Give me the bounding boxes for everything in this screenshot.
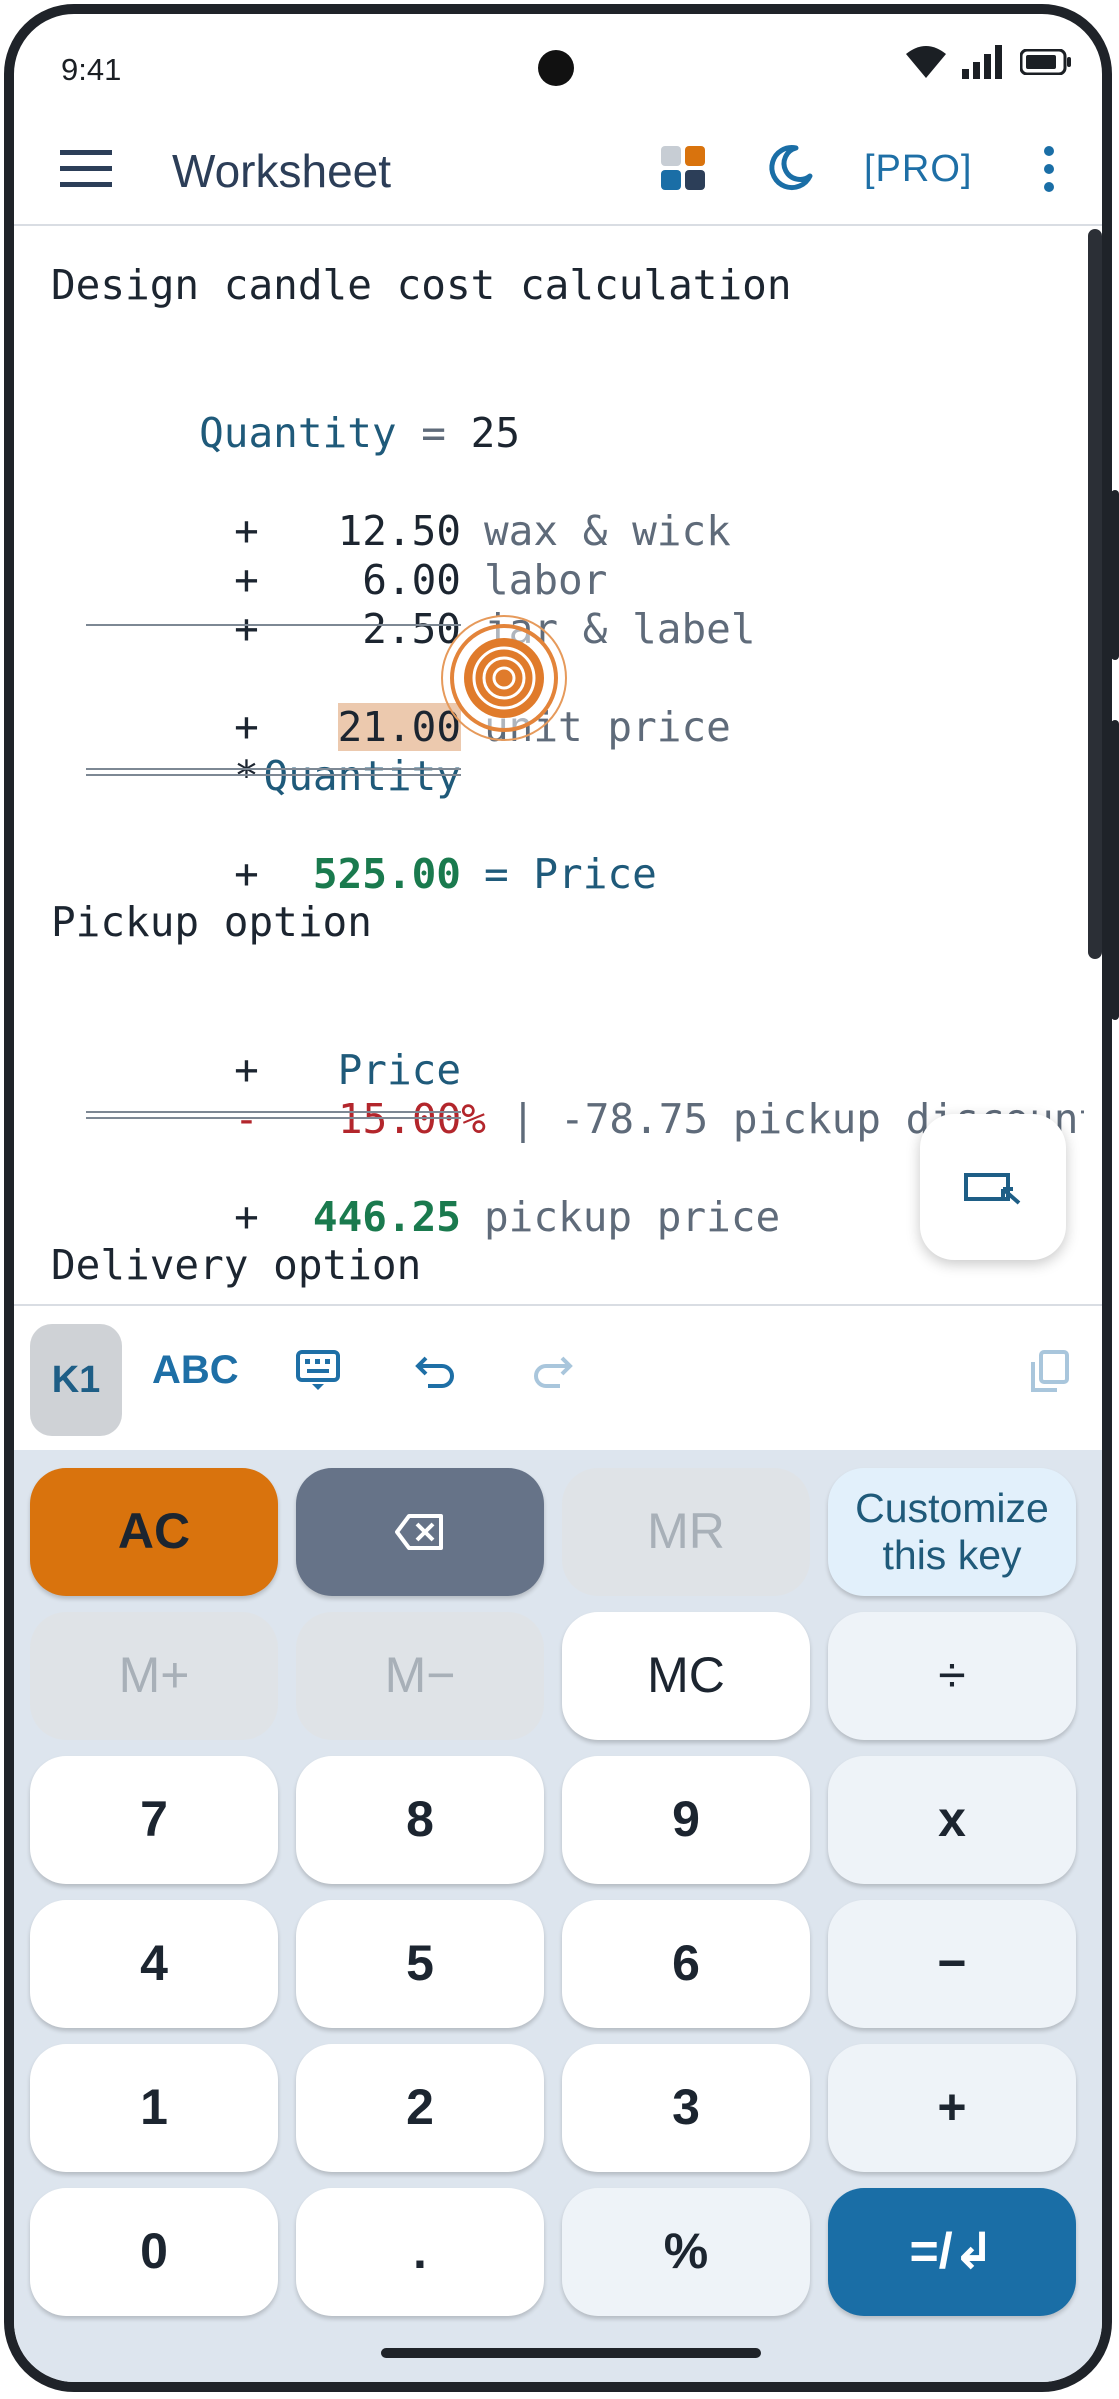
- equals-sign: =: [396, 409, 471, 457]
- wifi-icon: [906, 46, 946, 78]
- calculator-keypad: AC MR Customize this key M+ M− MC ÷ 7 8 …: [14, 1450, 1102, 2382]
- worksheet-grid-icon[interactable]: [659, 144, 707, 192]
- app-bar: Worksheet [PRO]: [14, 114, 1102, 226]
- heading-line: Delivery option: [51, 1241, 422, 1289]
- redo-icon[interactable]: [530, 1350, 574, 1390]
- power-button: [1111, 720, 1119, 1020]
- page-title: Worksheet: [172, 145, 392, 197]
- hamburger-menu-icon[interactable]: [60, 148, 112, 188]
- total-divider: [86, 768, 461, 776]
- digit-5-key[interactable]: 5: [296, 1900, 544, 2028]
- result-value: 525.00: [312, 850, 461, 898]
- keyboard-abc-tab[interactable]: ABC: [152, 1348, 239, 1393]
- result-note: pickup price: [484, 1193, 781, 1241]
- variable-name: Quantity: [199, 409, 397, 457]
- divide-key[interactable]: ÷: [828, 1612, 1076, 1740]
- variable-ref: Quantity: [263, 752, 461, 800]
- copy-icon[interactable]: [1029, 1350, 1069, 1394]
- home-indicator[interactable]: [381, 2348, 761, 2358]
- equals-enter-key[interactable]: =/↲: [828, 2188, 1076, 2316]
- discount-percent: 15.00%: [337, 1095, 486, 1143]
- plus-key[interactable]: +: [828, 2044, 1076, 2172]
- memory-recall-key[interactable]: MR: [562, 1468, 810, 1596]
- backspace-key[interactable]: [296, 1468, 544, 1596]
- digit-0-key[interactable]: 0: [30, 2188, 278, 2316]
- percent-key[interactable]: %: [562, 2188, 810, 2316]
- keyboard-k1-tab[interactable]: K1: [30, 1324, 122, 1436]
- memory-clear-key[interactable]: MC: [562, 1612, 810, 1740]
- item-value: 2.50: [362, 605, 461, 653]
- digit-2-key[interactable]: 2: [296, 2044, 544, 2172]
- heading-line: Design candle cost calculation: [51, 261, 792, 309]
- battery-icon: [1020, 49, 1071, 75]
- insert-cursor-icon: [964, 1173, 1021, 1205]
- insert-result-fab-button[interactable]: [920, 1114, 1066, 1260]
- memory-subtract-key[interactable]: M−: [296, 1612, 544, 1740]
- minus-key[interactable]: −: [828, 1900, 1076, 2028]
- worksheet-scrollbar[interactable]: [1088, 229, 1102, 959]
- heading-line: Pickup option: [51, 898, 372, 946]
- digit-1-key[interactable]: 1: [30, 2044, 278, 2172]
- front-camera: [538, 50, 574, 86]
- digit-6-key[interactable]: 6: [562, 1900, 810, 2028]
- memory-add-key[interactable]: M+: [30, 1612, 278, 1740]
- dark-mode-moon-icon[interactable]: [766, 142, 816, 192]
- customize-key[interactable]: Customize this key: [828, 1468, 1076, 1596]
- system-keyboard-icon[interactable]: [296, 1350, 340, 1392]
- more-options-icon[interactable]: [1039, 144, 1059, 194]
- total-divider: [86, 1111, 461, 1119]
- phone-frame: 9:41 Worksheet [PRO] Design candle cost …: [4, 4, 1112, 2392]
- multiply-key[interactable]: x: [828, 1756, 1076, 1884]
- status-icons: [904, 44, 1072, 80]
- signal-icon: [962, 45, 1002, 79]
- status-time: 9:41: [61, 52, 122, 87]
- quantity-value: 25: [470, 409, 521, 457]
- digit-9-key[interactable]: 9: [562, 1756, 810, 1884]
- digit-7-key[interactable]: 7: [30, 1756, 278, 1884]
- digit-4-key[interactable]: 4: [30, 1900, 278, 2028]
- status-bar: 9:41: [14, 14, 1102, 114]
- backspace-icon: [395, 1514, 443, 1550]
- touch-indicator-icon: [441, 615, 567, 741]
- subtotal-divider: [86, 624, 461, 626]
- undo-icon[interactable]: [414, 1350, 458, 1390]
- decimal-point-key[interactable]: .: [296, 2188, 544, 2316]
- result-value: 446.25: [312, 1193, 461, 1241]
- volume-button: [1111, 490, 1119, 660]
- digit-3-key[interactable]: 3: [562, 2044, 810, 2172]
- all-clear-key[interactable]: AC: [30, 1468, 278, 1596]
- digit-8-key[interactable]: 8: [296, 1756, 544, 1884]
- result-label: = Price: [484, 850, 657, 898]
- pro-badge-button[interactable]: [PRO]: [864, 148, 972, 191]
- keyboard-toolbar: K1 ABC: [14, 1304, 1102, 1450]
